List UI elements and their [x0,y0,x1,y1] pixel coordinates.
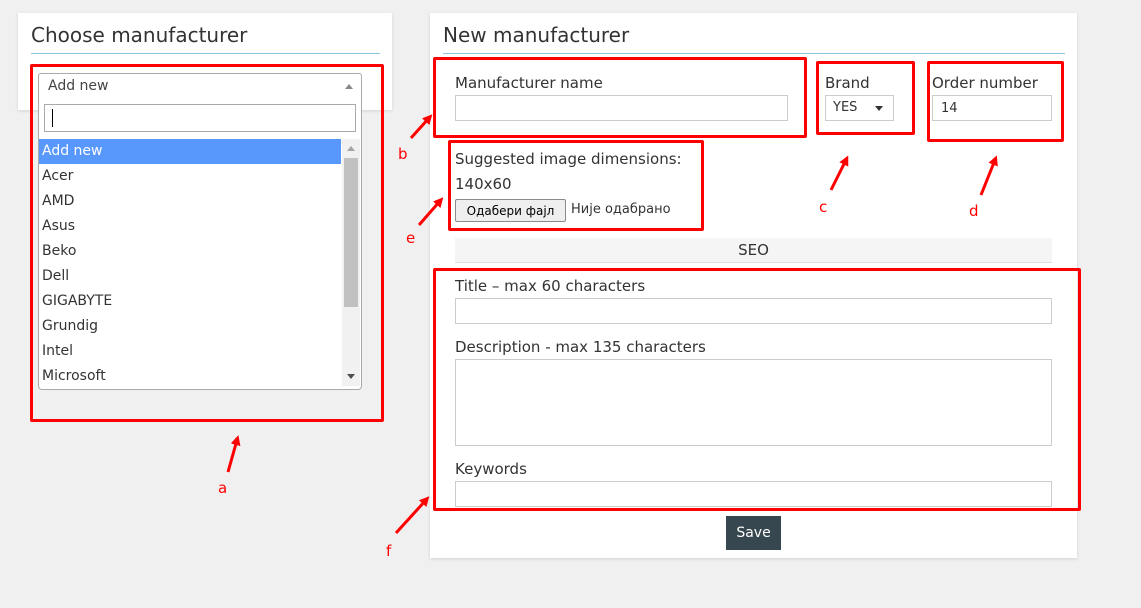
annotation-letter-d: d [969,202,979,220]
annotation-letter-b: b [398,145,408,163]
annotation-letter-f: f [386,542,392,560]
arrow-f [394,496,430,535]
arrow-d [979,155,998,196]
arrow-e [417,197,444,226]
annotation-arrows [226,114,998,535]
annotation-letter-a: a [218,479,228,497]
arrow-c [829,155,849,191]
arrow-b [409,114,433,140]
annotation-letter-c: c [819,198,828,216]
annotation-letter-e: e [406,229,416,247]
arrow-a [226,435,241,473]
